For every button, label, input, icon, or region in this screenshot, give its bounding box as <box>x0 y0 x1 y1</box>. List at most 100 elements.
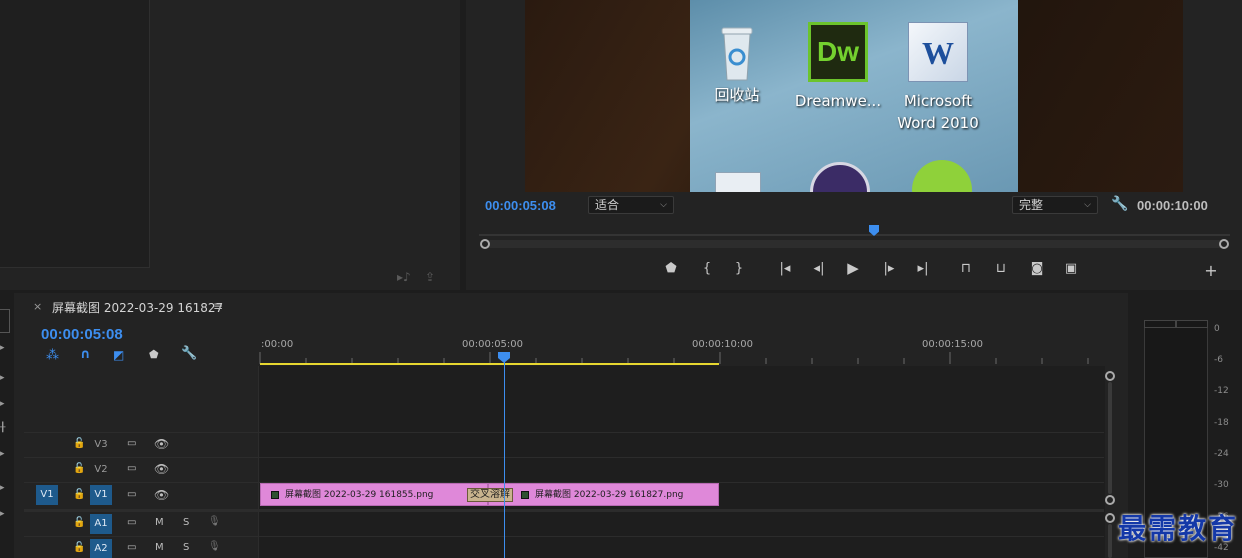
panel-menu-icon[interactable]: ≡ <box>213 299 223 313</box>
ruler-ticks <box>479 234 1230 236</box>
insert-icon[interactable]: ▸♪ <box>397 270 411 284</box>
microphone-icon[interactable]: 🎙 <box>208 541 221 552</box>
close-tab-icon[interactable]: × <box>33 300 42 313</box>
snap-magnet-icon[interactable]: ∩ <box>80 347 91 362</box>
track-target-a1[interactable]: A1 <box>90 514 112 534</box>
razor-tool-icon[interactable]: ▸ <box>0 399 5 409</box>
source-panel: ▸♪ ⇪ <box>0 0 460 290</box>
scrollbar-right-handle[interactable] <box>1219 239 1229 249</box>
step-forward-icon[interactable]: |▸ <box>878 261 900 276</box>
track-area[interactable] <box>259 366 1105 558</box>
work-area-bar[interactable] <box>260 363 719 365</box>
track-target-v3[interactable]: V3 <box>90 435 112 455</box>
lock-icon[interactable]: 🔓 <box>73 489 85 500</box>
sync-lock-icon[interactable]: ▭ <box>127 517 136 528</box>
desktop-icon-dreamweaver: Dw Dreamwe... <box>793 22 883 112</box>
eye-icon[interactable]: 👁 <box>154 437 169 451</box>
go-to-in-icon[interactable]: |◂ <box>774 261 796 276</box>
track-header-v2: 🔓 V2 ▭ 👁 <box>24 458 259 482</box>
source-patch-v1[interactable]: V1 <box>36 485 58 505</box>
mute-button[interactable]: M <box>155 517 164 528</box>
lock-icon[interactable]: 🔓 <box>73 517 85 528</box>
lock-icon[interactable]: 🔓 <box>73 542 85 553</box>
hand-tool-icon[interactable]: ▸ <box>0 483 5 493</box>
ruler-label: :00:00 <box>261 339 294 350</box>
recycle-bin-icon <box>721 27 753 81</box>
clip-161855[interactable]: 屏幕截图 2022-03-29 161855.png <box>260 483 488 506</box>
quality-dropdown-value: 完整 <box>1019 198 1044 212</box>
cross-dissolve-transition[interactable]: 交叉溶解 <box>467 488 513 502</box>
ripple-edit-tool-icon[interactable]: ▸ <box>0 373 5 383</box>
type-tool-icon[interactable]: ▸ <box>0 509 5 519</box>
sync-lock-icon[interactable]: ▭ <box>127 463 136 474</box>
track-target-v1[interactable]: V1 <box>90 485 112 505</box>
step-back-icon[interactable]: ◂| <box>808 261 830 276</box>
button-editor-plus-icon[interactable]: + <box>1200 261 1222 280</box>
source-panel-content <box>0 0 150 268</box>
track-header-v1: V1 🔓 V1 ▭ 👁 <box>24 483 259 509</box>
timeline-timecode[interactable]: 00:00:05:08 <box>41 326 123 343</box>
export-icon[interactable]: ⇪ <box>425 270 435 284</box>
db-label: 0 <box>1214 324 1220 334</box>
partial-desktop-icon <box>810 162 870 192</box>
sync-lock-icon[interactable]: ▭ <box>127 489 136 500</box>
microphone-icon[interactable]: 🎙 <box>208 516 221 527</box>
go-to-out-icon[interactable]: ▸| <box>912 261 934 276</box>
eye-icon[interactable]: 👁 <box>154 488 169 502</box>
program-time-ruler[interactable] <box>479 225 1230 237</box>
meter-peak-left <box>1144 320 1176 328</box>
db-label: -30 <box>1214 480 1229 490</box>
comparison-view-icon[interactable]: ▣ <box>1060 261 1082 276</box>
solo-button[interactable]: S <box>183 517 189 528</box>
clip-thumbnail-icon <box>521 490 529 499</box>
scrollbar-handle[interactable] <box>1105 495 1115 505</box>
lock-icon[interactable]: 🔓 <box>73 438 85 449</box>
sync-lock-icon[interactable]: ▭ <box>127 438 136 449</box>
mute-button[interactable]: M <box>155 542 164 553</box>
eye-icon[interactable]: 👁 <box>154 462 169 476</box>
video-tracks-scrollbar[interactable] <box>1105 366 1115 506</box>
solo-button[interactable]: S <box>183 542 189 553</box>
play-icon[interactable]: ▶ <box>842 259 864 277</box>
slip-tool-icon[interactable]: ╂ <box>0 423 5 433</box>
zoom-dropdown-value: 适合 <box>595 198 620 212</box>
zoom-scrollbar[interactable] <box>483 240 1225 248</box>
track-select-tool-icon[interactable]: ▸ <box>0 343 5 353</box>
scrollbar-handle[interactable] <box>1105 513 1115 523</box>
export-frame-icon[interactable]: ◙ <box>1026 261 1048 276</box>
ruler-label: 00:00:15:00 <box>922 339 984 350</box>
clip-161827[interactable]: 屏幕截图 2022-03-29 161827.png <box>488 483 719 506</box>
ruler-label: 00:00:10:00 <box>692 339 754 350</box>
add-marker-icon[interactable]: ⬟ <box>149 348 159 361</box>
linked-selection-icon[interactable]: ◩ <box>113 348 124 362</box>
clip-thumbnail-icon <box>271 490 279 499</box>
quality-dropdown[interactable]: 完整 ⌵ <box>1012 196 1098 214</box>
ruler-label: 00:00:05:00 <box>462 339 524 350</box>
wrench-icon[interactable]: 🔧 <box>1111 196 1128 212</box>
mark-in-icon[interactable]: { <box>696 261 718 276</box>
db-label: -18 <box>1214 418 1229 428</box>
zoom-dropdown[interactable]: 适合 ⌵ <box>588 196 674 214</box>
lift-icon[interactable]: ⊓ <box>955 261 977 276</box>
add-marker-icon[interactable]: ⬟ <box>660 261 682 276</box>
program-video-frame: 回收站 Dw Dreamwe... W Microsoft Word 2010 <box>525 0 1183 192</box>
track-target-v2[interactable]: V2 <box>90 460 112 480</box>
scrollbar-handle[interactable] <box>1105 371 1115 381</box>
extract-icon[interactable]: ⊔ <box>990 261 1012 276</box>
scrollbar-track[interactable] <box>1108 524 1112 558</box>
timeline-settings-wrench-icon[interactable]: 🔧 <box>181 346 197 361</box>
clip-label: 屏幕截图 2022-03-29 161827.png <box>535 490 684 500</box>
track-target-a2[interactable]: A2 <box>90 539 112 558</box>
scrollbar-track[interactable] <box>1108 382 1112 494</box>
mark-out-icon[interactable]: } <box>728 261 750 276</box>
sequence-tab[interactable]: 屏幕截图 2022-03-29 161827 <box>52 299 223 316</box>
program-timecode[interactable]: 00:00:05:08 <box>485 198 556 213</box>
program-duration: 00:00:10:00 <box>1137 198 1208 213</box>
scrollbar-left-handle[interactable] <box>480 239 490 249</box>
nest-icon[interactable]: ⁂ <box>46 348 59 363</box>
lock-icon[interactable]: 🔓 <box>73 463 85 474</box>
selection-tool-icon[interactable] <box>0 309 10 333</box>
pen-tool-icon[interactable]: ▸ <box>0 449 5 459</box>
sync-lock-icon[interactable]: ▭ <box>127 542 136 553</box>
audio-tracks-scrollbar[interactable] <box>1105 512 1115 558</box>
